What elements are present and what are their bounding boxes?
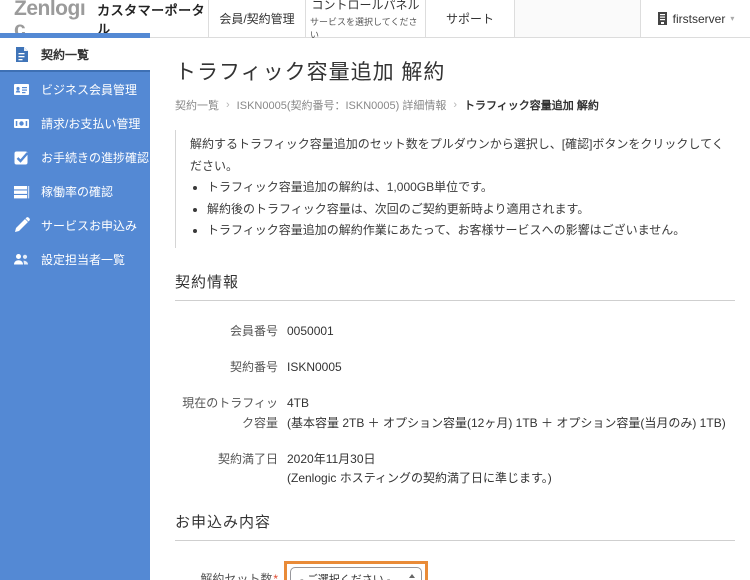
sidebar-item-billing-payment[interactable]: 請求/お支払い管理: [0, 106, 150, 140]
tab-control-panel-subtext: サービスを選択してください: [310, 15, 421, 41]
page-title: トラフィック容量追加 解約: [175, 56, 735, 86]
notice-item: トラフィック容量追加の解約作業にあたって、お客様サービスへの影響はございません。: [207, 220, 725, 242]
server-icon: [657, 12, 668, 25]
field-label: 会員番号: [175, 322, 278, 341]
main-content: トラフィック容量追加 解約 契約一覧 › ISKN0005(契約番号：ISKN0…: [150, 38, 750, 580]
select-value: - ご選択ください -: [300, 571, 390, 580]
field-value: 2020年11月30日 (Zenlogic ホスティングの契約満了日に準じます。…: [287, 450, 552, 488]
checkbox-icon: [13, 149, 30, 166]
breadcrumb-separator-icon: ›: [226, 99, 230, 111]
field-value-note: (Zenlogic ホスティングの契約満了日に準じます。): [287, 469, 552, 488]
required-mark: *: [273, 572, 278, 580]
users-icon: [13, 251, 30, 268]
billing-icon: [13, 115, 30, 132]
notice-list: トラフィック容量追加の解約は、1,000GB単位です。 解約後のトラフィック容量…: [190, 177, 725, 242]
notice-item: トラフィック容量追加の解約は、1,000GB単位です。: [207, 177, 725, 199]
id-card-icon: [13, 81, 30, 98]
account-name: firstserver: [673, 12, 726, 26]
tab-control-panel[interactable]: コントロールパネル サービスを選択してください: [305, 0, 425, 37]
sidebar-item-business-member[interactable]: ビジネス会員管理: [0, 72, 150, 106]
notice-lead: 解約するトラフィック容量追加のセット数をプルダウンから選択し、[確認]ボタンをク…: [190, 134, 725, 177]
list-icon: [13, 183, 30, 200]
brand-logo[interactable]: Zenlogıc カスタマーポータル: [0, 0, 208, 37]
pen-icon: [13, 217, 30, 234]
breadcrumb-contract-list[interactable]: 契約一覧: [175, 97, 219, 113]
field-row-contract-expiry: 契約満了日 2020年11月30日 (Zenlogic ホスティングの契約満了日…: [175, 450, 735, 488]
portal-name: カスタマーポータル: [97, 0, 208, 38]
highlight-frame: - ご選択ください -: [284, 561, 428, 580]
select-stepper-icon: [409, 574, 415, 580]
chevron-down-icon: ▾: [730, 14, 734, 23]
breadcrumb-current: トラフィック容量追加 解約: [464, 97, 599, 113]
field-label: 契約番号: [175, 358, 278, 377]
field-label: 解約セット数*: [175, 570, 278, 580]
account-menu[interactable]: firstserver ▾: [640, 0, 750, 37]
field-label: 契約満了日: [175, 450, 278, 488]
field-value: ISKN0005: [287, 358, 342, 377]
tab-support[interactable]: サポート: [425, 0, 515, 37]
cancel-sets-select[interactable]: - ご選択ください -: [290, 567, 422, 580]
breadcrumb-separator-icon: ›: [453, 99, 457, 111]
sidebar-item-contract-list[interactable]: 契約一覧: [0, 38, 150, 72]
field-row-member-number: 会員番号 0050001: [175, 322, 735, 341]
breadcrumb: 契約一覧 › ISKN0005(契約番号：ISKN0005) 詳細情報 › トラ…: [175, 97, 735, 113]
field-value: 0050001: [287, 322, 334, 341]
field-label: 現在のトラフィック容量: [175, 394, 278, 432]
sidebar-item-admin-list[interactable]: 設定担当者一覧: [0, 242, 150, 276]
section-heading-contract-info: 契約情報: [175, 271, 735, 301]
header-spacer: [515, 0, 640, 37]
sidebar-item-procedure-progress[interactable]: お手続きの進捗確認: [0, 140, 150, 174]
breadcrumb-contract-detail[interactable]: ISKN0005(契約番号：ISKN0005) 詳細情報: [237, 97, 447, 113]
field-row-current-traffic: 現在のトラフィック容量 4TB (基本容量 2TB ＋ オプション容量(12ヶ月…: [175, 394, 735, 432]
sidebar-item-service-application[interactable]: サービスお申込み: [0, 208, 150, 242]
active-section-accent-bar: [0, 33, 150, 38]
tab-member-contract-management[interactable]: 会員/契約管理: [208, 0, 305, 37]
field-value: 4TB (基本容量 2TB ＋ オプション容量(12ヶ月) 1TB ＋ オプショ…: [287, 394, 726, 432]
notice-box: 解約するトラフィック容量追加のセット数をプルダウンから選択し、[確認]ボタンをク…: [175, 130, 735, 248]
sidebar-item-uptime-check[interactable]: 稼働率の確認: [0, 174, 150, 208]
sidebar-nav: 契約一覧 ビジネス会員管理 請求/お支払い管理 お手続きの進捗確認 稼働率の確認…: [0, 38, 150, 580]
field-row-cancel-sets: 解約セット数* - ご選択ください -: [175, 561, 735, 580]
top-header: Zenlogıc カスタマーポータル 会員/契約管理 コントロールパネル サービ…: [0, 0, 750, 38]
document-icon: [13, 46, 30, 63]
section-heading-application: お申込み内容: [175, 511, 735, 541]
notice-item: 解約後のトラフィック容量は、次回のご契約更新時より適用されます。: [207, 199, 725, 221]
field-row-contract-number: 契約番号 ISKN0005: [175, 358, 735, 377]
field-value-note: (基本容量 2TB ＋ オプション容量(12ヶ月) 1TB ＋ オプション容量(…: [287, 414, 726, 433]
